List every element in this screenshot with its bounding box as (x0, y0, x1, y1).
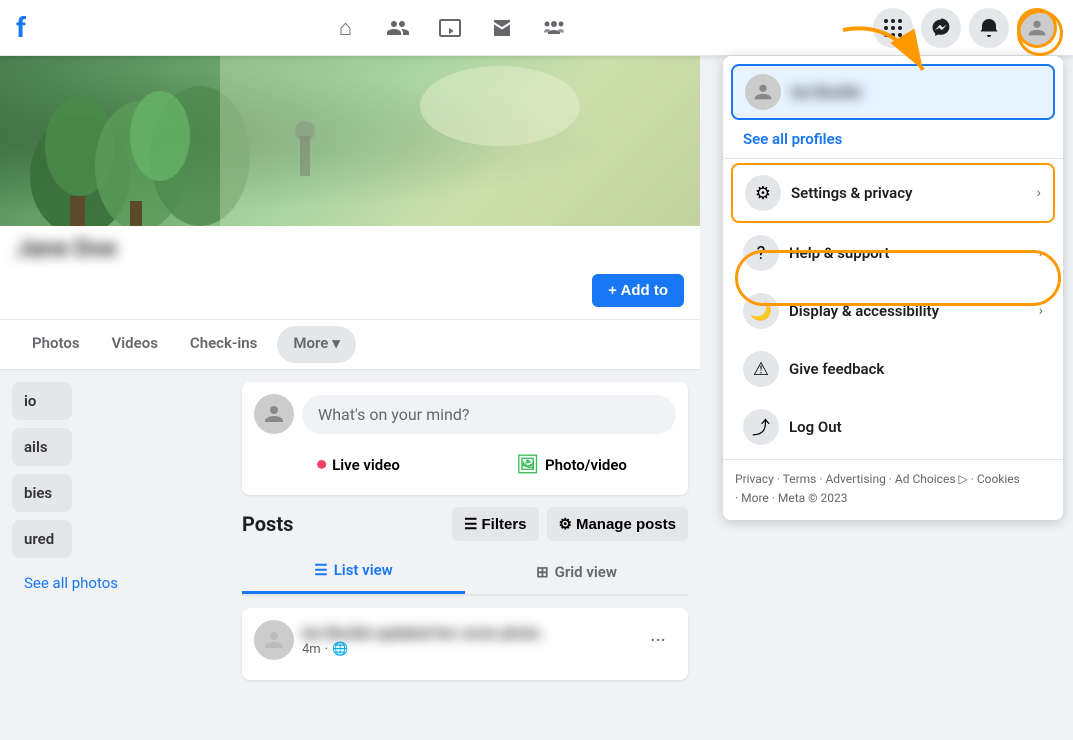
logout-icon: ⤴ (743, 409, 779, 445)
help-chevron-icon: › (1039, 245, 1043, 261)
settings-icon: ⚙ (745, 175, 781, 211)
nav-watch-btn[interactable] (426, 4, 474, 52)
see-all-profiles-link[interactable]: See all profiles (723, 124, 1063, 159)
post-box: What's on your mind? ⏺ Live video 🖼 Phot… (242, 382, 688, 495)
feed-post-user-info: Ian Buckle updated her cover photo. 4m ·… (302, 624, 544, 657)
page-layout: io ails bies ured See all photos What's … (0, 370, 700, 692)
feedback-icon: ⚠ (743, 351, 779, 387)
sidebar-item-1: io (12, 382, 72, 420)
chevron-down-icon: ▾ (332, 334, 340, 352)
posts-buttons: ☰ Filters ⚙ Manage posts (452, 507, 688, 541)
profile-avatar-btn[interactable] (1017, 8, 1057, 48)
nav-home-btn[interactable]: ⌂ (322, 4, 370, 52)
nav-groups-btn[interactable] (530, 4, 578, 52)
profile-area: Jane Doe + Add to (0, 226, 700, 320)
give-feedback-item[interactable]: ⚠ Give feedback (731, 341, 1055, 397)
profile-tabs: Photos Videos Check-ins More ▾ (0, 320, 700, 370)
grid-view-icon: ⊞ (536, 563, 549, 581)
posts-title: Posts (242, 512, 293, 536)
gear-icon: ⚙ (559, 515, 572, 533)
nav-friends-btn[interactable] (374, 4, 422, 52)
dropdown-avatar (745, 74, 781, 110)
profile-name: Jane Doe (16, 226, 684, 266)
tab-photos[interactable]: Photos (16, 320, 96, 369)
footer-terms-link[interactable]: Terms (783, 472, 817, 486)
see-all-photos-link[interactable]: See all photos (12, 566, 218, 600)
notifications-btn[interactable] (969, 8, 1009, 48)
live-video-btn[interactable]: ⏺ Live video (254, 446, 463, 483)
filter-icon: ☰ (464, 515, 477, 533)
logout-label: Log Out (789, 418, 842, 436)
cover-photo (0, 56, 700, 226)
post-input-field[interactable]: What's on your mind? (302, 395, 676, 434)
feed-post-meta: 4m · 🌐 (302, 642, 544, 657)
settings-label: Settings & privacy (791, 184, 913, 202)
view-tabs: ☰ List view ⊞ Grid view (242, 549, 688, 596)
post-more-btn[interactable]: ··· (640, 622, 676, 658)
filters-btn[interactable]: ☰ Filters (452, 507, 538, 541)
sidebar-item-2: ails (12, 428, 72, 466)
nav-center: ⌂ (26, 4, 873, 52)
help-icon: ? (743, 235, 779, 271)
tab-videos[interactable]: Videos (96, 320, 174, 369)
post-actions: ⏺ Live video 🖼 Photo/video (254, 446, 676, 483)
footer-adchoices-link[interactable]: Ad Choices ▷ (895, 472, 968, 486)
live-icon: ⏺ (317, 454, 326, 475)
display-accessibility-item[interactable]: 🌙 Display & accessibility › (731, 283, 1055, 339)
photo-icon: 🖼 (516, 454, 539, 475)
display-label: Display & accessibility (789, 302, 939, 320)
feedback-label: Give feedback (789, 360, 884, 378)
orange-arrow-annotation (833, 20, 953, 94)
display-icon: 🌙 (743, 293, 779, 329)
footer-meta-copyright: Meta © 2023 (778, 491, 848, 505)
list-view-icon: ☰ (314, 561, 327, 579)
dropdown-footer: Privacy · Terms · Advertising · Ad Choic… (723, 459, 1063, 512)
tab-more[interactable]: More ▾ (277, 326, 355, 363)
nav-left: f (16, 11, 26, 44)
help-support-item[interactable]: ? Help & support › (731, 225, 1055, 281)
facebook-logo: f (16, 11, 26, 44)
list-view-tab[interactable]: ☰ List view (242, 549, 465, 594)
post-input-row: What's on your mind? (254, 394, 676, 434)
feed-post-user: Ian Buckle updated her cover photo. 4m ·… (254, 620, 544, 660)
feed-post-header: Ian Buckle updated her cover photo. 4m ·… (254, 620, 676, 660)
help-label: Help & support (789, 244, 889, 262)
sidebar-item-3: bies (12, 474, 72, 512)
grid-view-tab[interactable]: ⊞ Grid view (465, 549, 688, 594)
photo-video-btn[interactable]: 🖼 Photo/video (467, 446, 676, 483)
feed-post-name: Ian Buckle updated her cover photo. (302, 624, 544, 642)
feed-post-avatar (254, 620, 294, 660)
account-dropdown: Ian Buckle See all profiles ⚙ Settings &… (723, 56, 1063, 520)
settings-privacy-item[interactable]: ⚙ Settings & privacy › (731, 163, 1055, 223)
display-chevron-icon: › (1039, 303, 1043, 319)
logout-item[interactable]: ⤴ Log Out (731, 399, 1055, 455)
main-feed: What's on your mind? ⏺ Live video 🖼 Phot… (230, 370, 700, 692)
footer-advertising-link[interactable]: Advertising (825, 472, 885, 486)
manage-posts-btn[interactable]: ⚙ Manage posts (547, 507, 688, 541)
globe-icon: 🌐 (332, 642, 348, 657)
left-sidebar: io ails bies ured See all photos (0, 370, 230, 692)
profile-actions: + Add to (16, 274, 684, 307)
post-box-avatar (254, 394, 294, 434)
footer-cookies-link[interactable]: Cookies (977, 472, 1020, 486)
posts-header: Posts ☰ Filters ⚙ Manage posts (242, 507, 688, 541)
footer-privacy-link[interactable]: Privacy (735, 472, 774, 486)
tab-checkins[interactable]: Check-ins (174, 320, 273, 369)
feed-post: Ian Buckle updated her cover photo. 4m ·… (242, 608, 688, 680)
settings-chevron-icon: › (1037, 185, 1041, 201)
add-to-button[interactable]: + Add to (592, 274, 684, 307)
sidebar-item-4: ured (12, 520, 72, 558)
footer-more-link[interactable]: More (741, 491, 769, 505)
nav-marketplace-btn[interactable] (478, 4, 526, 52)
